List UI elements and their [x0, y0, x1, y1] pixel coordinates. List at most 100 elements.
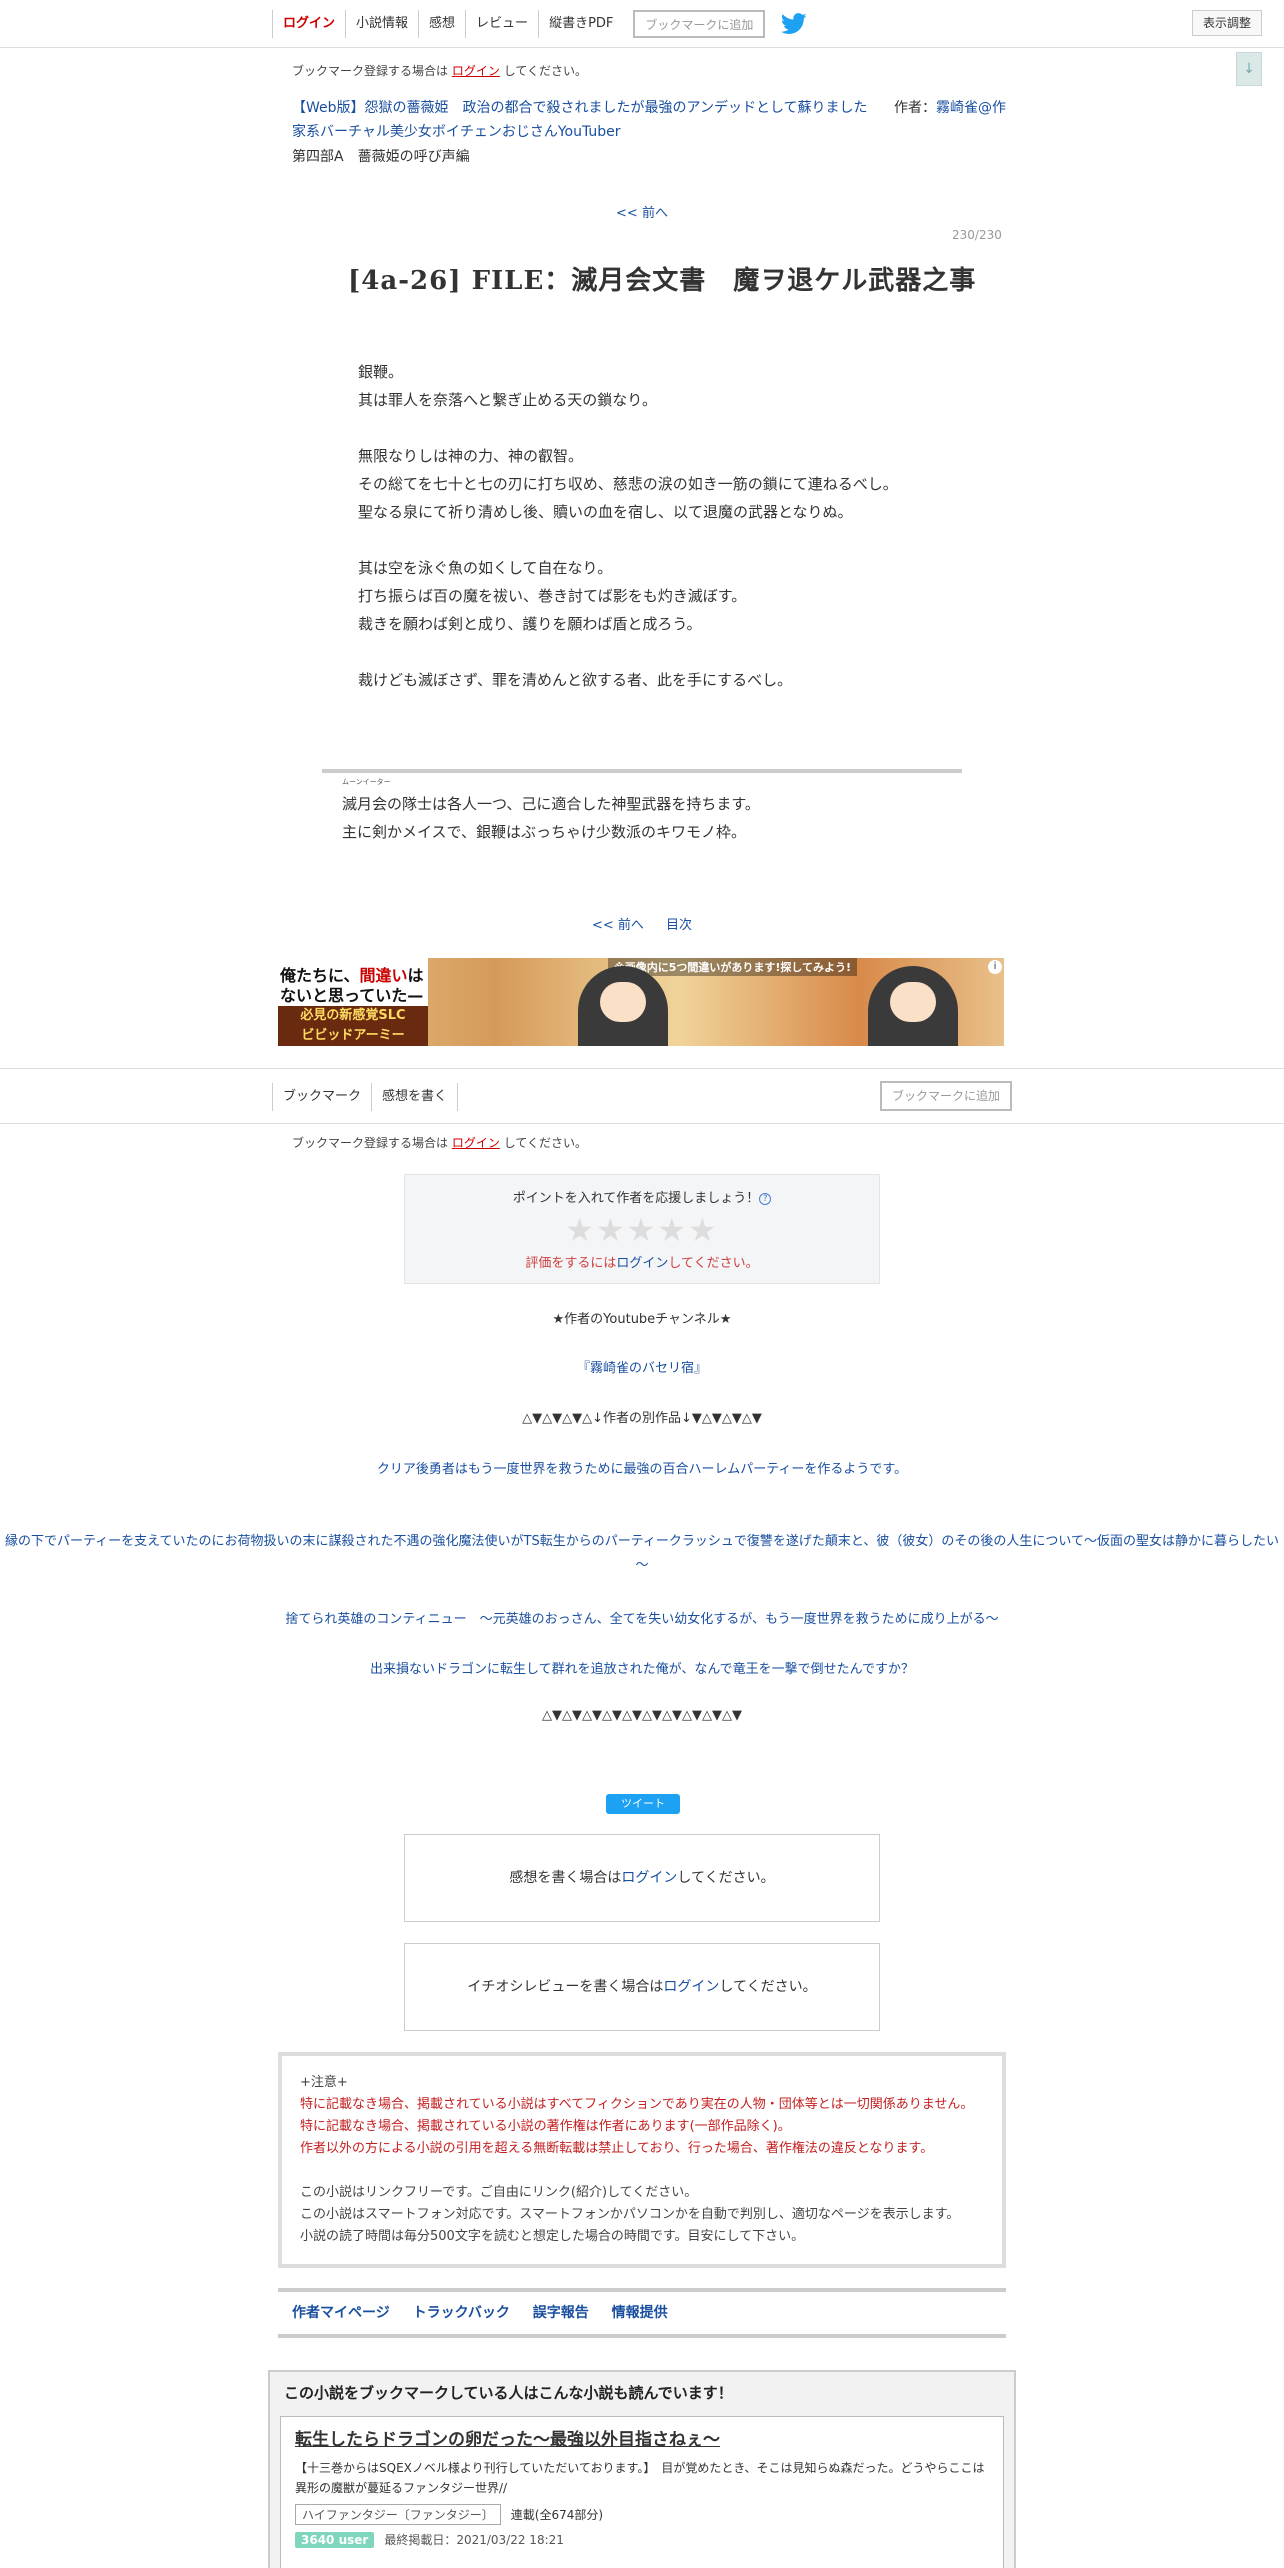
- note-text: してください。: [503, 64, 587, 78]
- tweet-button[interactable]: ツイート: [606, 1794, 680, 1814]
- user-count-badge: 3640 user: [295, 2531, 375, 2548]
- trackback-link[interactable]: トラックバック: [413, 2305, 510, 2321]
- youtube-link[interactable]: 『霧崎雀のバセリ宿』: [0, 1357, 1284, 1376]
- genre-badge: ハイファンタジー〔ファンタジー〕: [295, 2504, 501, 2525]
- author-label: 作者：: [894, 100, 936, 116]
- recommended-novel-description: 【十三巻からはSQEXノベル様より刊行していただいております。】 目が覚めたとき…: [295, 2461, 985, 2495]
- ruby: ムーンイーター 滅月会: [342, 778, 391, 818]
- bottom-nav-items: ブックマーク 感想を書く: [272, 1083, 459, 1111]
- nav-impressions[interactable]: 感想: [418, 10, 465, 38]
- nav-novel-info[interactable]: 小説情報: [345, 10, 418, 38]
- notice-line: 特に記載なき場合、掲載されている小説の著作権は作者にあります(一部作品除く)。: [300, 2119, 791, 2134]
- body-line: [358, 526, 978, 554]
- rating-question: ポイントを入れて作者を応援しましょう！?: [405, 1187, 879, 1206]
- afterword-text: の隊士は各人一つ、己に適合した神聖武器を持ちます。: [387, 795, 760, 813]
- other-work-link-1[interactable]: クリア後勇者はもう一度世界を救うために最強の百合ハーレムパーティーを作るようです…: [0, 1458, 1284, 1477]
- ad-character-image: [868, 966, 958, 1046]
- rating-box: ポイントを入れて作者を応援しましょう！? ★★★★★ 評価をするにはログインして…: [404, 1174, 880, 1284]
- top-nav-items: ログイン 小説情報 感想 レビュー 縦書きPDF ブックマークに追加: [272, 10, 807, 38]
- notice-box: +注意+ 特に記載なき場合、掲載されている小説はすべてフィクションであり実在の人…: [278, 2052, 1006, 2268]
- last-updated: 最終掲載日：2021/03/22 18:21: [384, 2533, 564, 2547]
- ruby-base: 滅月会: [342, 795, 388, 813]
- other-work-link-2[interactable]: 縁の下でパーティーを支えていたのにお荷物扱いの末に謀殺された不遇の強化魔法使いが…: [0, 1530, 1284, 1578]
- help-icon[interactable]: ?: [759, 1193, 772, 1205]
- bookmark-login-note-bottom: ブックマーク登録する場合は ログイン してください。: [292, 1134, 587, 1151]
- novel-title-link[interactable]: 【Web版】怨獄の薔薇姫 政治の都合で殺されましたが最強のアンデッドとして蘇りま…: [292, 100, 868, 116]
- ad-character-image: [578, 966, 668, 1046]
- recommendation-box: この小説をブックマークしている人はこんな小説も読んでいます！ 転生したらドラゴン…: [268, 2370, 1016, 2568]
- nav-review[interactable]: レビュー: [465, 10, 538, 38]
- ad-info-icon[interactable]: i: [988, 960, 1002, 974]
- bookmark-add-button-bottom[interactable]: ブックマークに追加: [880, 1081, 1013, 1111]
- page-count: 230/230: [952, 228, 1002, 242]
- afterword: ムーンイーター 滅月会の隊士は各人一つ、己に適合した神聖武器を持ちます。 主に剣か…: [342, 778, 962, 846]
- nav-write-impression[interactable]: 感想を書く: [372, 1083, 459, 1111]
- ad-sub: 必見の新感覚SLC: [300, 1008, 406, 1023]
- note-login-link[interactable]: ログイン: [452, 64, 500, 78]
- footer-links: 作者マイページ トラックバック 誤字報告 情報提供: [278, 2288, 1006, 2338]
- author-mypage-link[interactable]: 作者マイページ: [292, 2305, 390, 2321]
- display-settings-button[interactable]: 表示調整: [1192, 10, 1263, 36]
- recommended-novel-stats: 3640 user 最終掲載日：2021/03/22 18:21: [295, 2531, 989, 2548]
- recommended-novel-card: 転生したらドラゴンの卵だった～最強以外目指さねぇ～ 【十三巻からはSQEXノベル…: [280, 2416, 1004, 2568]
- chapter-name: 第四部A 薔薇姫の呼び声編: [292, 149, 470, 165]
- review-login-link[interactable]: ログイン: [663, 1979, 719, 1995]
- other-work-link-4[interactable]: 出来損ないドラゴンに転生して群れを追放された俺が、なんで竜王を一撃で倒せたんです…: [0, 1658, 1284, 1677]
- toc-link[interactable]: 目次: [666, 918, 692, 933]
- impression-login-box: 感想を書く場合はログインしてください。: [404, 1834, 880, 1922]
- notice-line: 小説の読了時間は毎分500文字を読むと想定した場合の時間です。目安にして下さい。: [300, 2229, 805, 2244]
- ad-brand: ビビッドアーミー: [301, 1028, 405, 1043]
- other-works-heading: △▼△▼△▼△↓作者の別作品↓▼△▼△▼△▼: [522, 1411, 762, 1426]
- twitter-icon[interactable]: [781, 13, 807, 35]
- afterword-line-2: 主に剣かメイスで、銀鞭はぶっちゃけ少数派のキワモノ枠。: [342, 823, 746, 841]
- note-text: ブックマーク登録する場合は: [292, 1136, 449, 1150]
- notice-line: この小説はスマートフォン対応です。スマートフォンかパソコンかを自動で判別し、適切…: [300, 2207, 960, 2222]
- note-login-link[interactable]: ログイン: [452, 1136, 500, 1150]
- rating-stars[interactable]: ★★★★★: [405, 1212, 879, 1248]
- prev-episode-link-top: << 前へ: [0, 202, 1284, 221]
- recommended-novel-title[interactable]: 転生したらドラゴンの卵だった～最強以外目指さねぇ～: [295, 2425, 989, 2450]
- scroll-down-icon[interactable]: ↓: [1236, 52, 1262, 86]
- box-text: してください。: [719, 1979, 817, 1995]
- ad-logo: 必見の新感覚SLC ビビッドアーミー: [278, 1006, 428, 1046]
- rating-login-link[interactable]: ログイン: [616, 1256, 668, 1271]
- serial-status: 連載(全674部分): [510, 2508, 604, 2522]
- ad-line-2: ないと思っていた—: [280, 986, 424, 1005]
- ad-text-panel: 俺たちに、間違いは ないと思っていた— 必見の新感覚SLC ビビッドアーミー: [278, 958, 428, 1046]
- body-line: 裁きを願わば剣と成り、護りを願わば盾と成ろう。: [358, 615, 702, 633]
- body-line: 無限なりしは神の力、神の叡智。: [358, 447, 584, 465]
- recommendation-heading: この小説をブックマークしている人はこんな小説も読んでいます！: [284, 2384, 733, 2402]
- body-line: [358, 414, 978, 442]
- prev-link-bottom[interactable]: << 前へ: [592, 918, 644, 933]
- ad-banner[interactable]: 俺たちに、間違いは ないと思っていた— 必見の新感覚SLC ビビッドアーミー ※画…: [278, 958, 1004, 1046]
- nav-vertical-pdf[interactable]: 縦書きPDF: [538, 10, 623, 38]
- review-login-box: イチオシレビューを書く場合はログインしてください。: [404, 1943, 880, 2031]
- bookmark-login-note: ブックマーク登録する場合は ログイン してください。: [292, 62, 587, 79]
- nav-login[interactable]: ログイン: [272, 10, 345, 38]
- box-text: イチオシレビューを書く場合は: [467, 1979, 664, 1995]
- impression-login-link[interactable]: ログイン: [621, 1870, 677, 1886]
- other-work-link-3[interactable]: 捨てられ英雄のコンティニュー ～元英雄のおっさん、全てを失い幼女化するが、もう一…: [0, 1608, 1284, 1627]
- note-text: ブックマーク登録する場合は: [292, 64, 449, 78]
- req-text: してください。: [668, 1256, 759, 1271]
- recommended-novel-meta: ハイファンタジー〔ファンタジー〕 連載(全674部分): [295, 2504, 989, 2525]
- youtube-heading: ★作者のYoutubeチャンネル★: [552, 1312, 732, 1327]
- afterword-line-1: ムーンイーター 滅月会の隊士は各人一つ、己に適合した神聖武器を持ちます。: [342, 778, 962, 818]
- episode-body: 銀鞭。 其は罪人を奈落へと繋ぎ止める天の鎖なり。 無限なりしは神の力、神の叡智。…: [358, 358, 978, 694]
- body-line: 其は罪人を奈落へと繋ぎ止める天の鎖なり。: [358, 391, 657, 409]
- info-provide-link[interactable]: 情報提供: [612, 2305, 668, 2321]
- bottom-nav: ブックマーク 感想を書く ブックマークに追加: [0, 1068, 1284, 1124]
- novel-title-block: 【Web版】怨獄の薔薇姫 政治の都合で殺されましたが最強のアンデッドとして蘇りま…: [292, 96, 1012, 144]
- note-text: してください。: [503, 1136, 587, 1150]
- ad-face: [890, 982, 936, 1022]
- prev-link[interactable]: << 前へ: [616, 206, 668, 221]
- body-line: 打ち振らば百の魔を祓い、巻き討てば影をも灼き滅ぼす。: [358, 587, 747, 605]
- bookmark-add-button[interactable]: ブックマークに追加: [633, 10, 766, 38]
- notice-spacer: [300, 2160, 984, 2182]
- box-text: してください。: [677, 1870, 775, 1886]
- body-line: 銀鞭。: [358, 363, 404, 381]
- notice-line: 作者以外の方による小説の引用を超える無断転載は禁止しており、行った場合、著作権法…: [300, 2141, 934, 2156]
- typo-report-link[interactable]: 誤字報告: [533, 2305, 589, 2321]
- body-line: 聖なる泉にて祈り清めし後、贖いの血を宿し、以て退魔の武器となりぬ。: [358, 503, 853, 521]
- nav-bookmark[interactable]: ブックマーク: [272, 1083, 373, 1111]
